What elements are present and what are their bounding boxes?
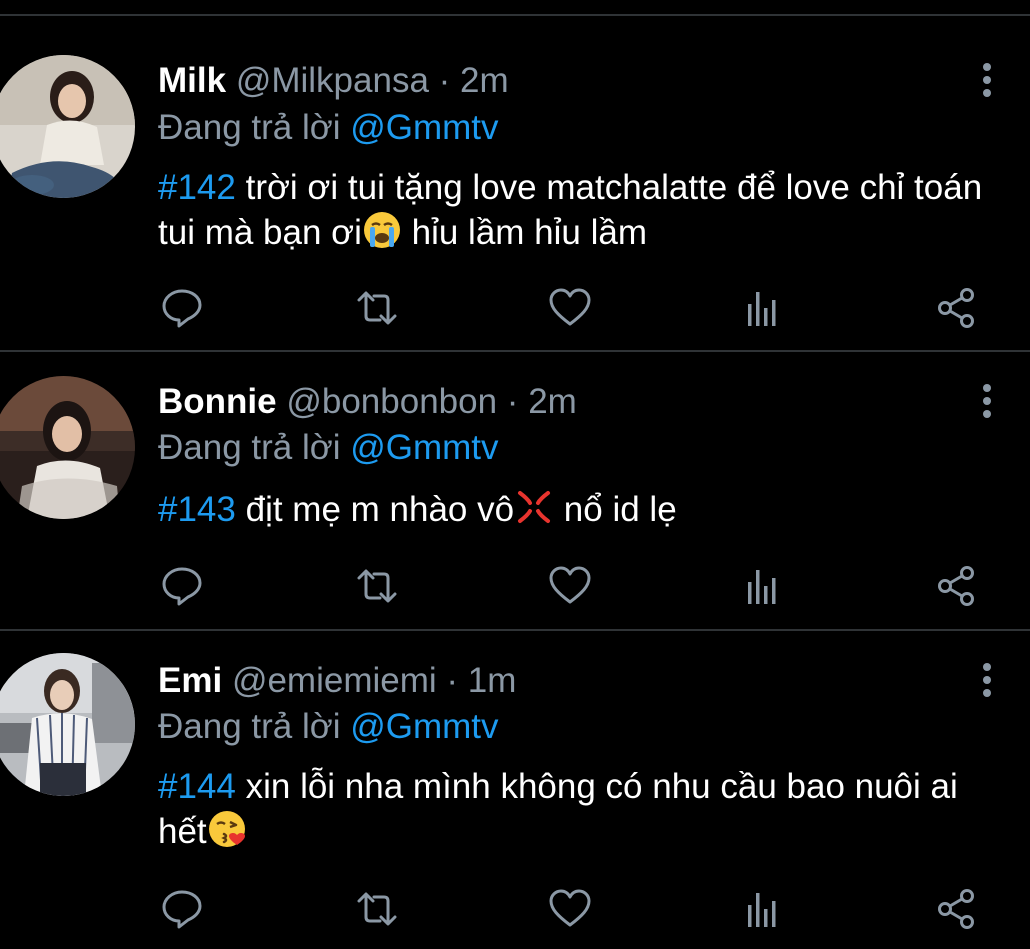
replying-to: Đang trả lời @Gmmtv <box>158 706 499 748</box>
tweet-text: #143 địt mẹ m nhào vô nổ id lẹ <box>158 487 1008 538</box>
replying-to: Đang trả lời @Gmmtv <box>158 107 499 149</box>
share-button[interactable] <box>934 887 978 931</box>
reply-icon <box>162 890 202 929</box>
hashtag-link[interactable]: #144 <box>158 767 236 806</box>
user-handle[interactable]: @bonbonbon <box>286 382 497 421</box>
tweet-header: Bonnie @bonbonbon · 2m <box>158 381 577 423</box>
tweet-text: #144 xin lỗi nha mình không có nhu cầu b… <box>158 765 1008 860</box>
user-handle[interactable]: @Milkpansa <box>236 61 429 100</box>
tweet-text-part: xin lỗi nha mình không có nhu cầu bao nu… <box>158 767 958 851</box>
tweet-header: Emi @emiemiemi · 1m <box>158 660 516 702</box>
views-icon <box>748 292 776 326</box>
more-options-button[interactable] <box>970 661 1004 701</box>
timestamp[interactable]: 2m <box>460 61 509 100</box>
views-icon <box>748 570 776 604</box>
tweet-header: Milk @Milkpansa · 2m <box>158 60 509 102</box>
retweet-button[interactable] <box>355 887 399 931</box>
like-icon <box>549 566 591 604</box>
tweet-text: #142 trời ơi tui tặng love matchalatte đ… <box>158 166 1008 261</box>
timestamp[interactable]: 2m <box>528 382 577 421</box>
replying-to: Đang trả lời @Gmmtv <box>158 427 499 469</box>
tweet-text-part: hỉu lầm hỉu lầm <box>401 213 647 252</box>
display-name[interactable]: Milk <box>158 61 226 100</box>
tweet-actions <box>158 564 988 608</box>
face-blowing-kiss-emoji <box>207 809 247 860</box>
reply-mention-link[interactable]: @Gmmtv <box>350 707 498 746</box>
tweet-text-part: nổ id lẹ <box>554 490 677 529</box>
tweet-text-part: địt mẹ m nhào vô <box>235 490 515 529</box>
views-button[interactable] <box>742 564 786 608</box>
more-options-button[interactable] <box>970 61 1004 101</box>
user-handle[interactable]: @emiemiemi <box>232 661 437 700</box>
share-button[interactable] <box>934 286 978 330</box>
display-name[interactable]: Emi <box>158 661 222 700</box>
like-icon <box>549 288 591 326</box>
hashtag-link[interactable]: #142 <box>158 168 236 207</box>
retweet-icon <box>357 892 397 926</box>
reply-button[interactable] <box>160 286 204 330</box>
reply-icon <box>162 289 202 328</box>
share-icon <box>938 288 974 328</box>
reply-prefix: Đang trả lời <box>158 707 341 746</box>
crying-face-emoji <box>362 210 402 261</box>
views-button[interactable] <box>742 887 786 931</box>
tweet-actions <box>158 887 988 931</box>
timestamp[interactable]: 1m <box>468 661 517 700</box>
tweet-card[interactable]: Bonnie @bonbonbon · 2m Đang trả lời @Gmm… <box>0 352 1030 631</box>
anger-symbol-emoji <box>514 487 554 538</box>
reply-button[interactable] <box>160 887 204 931</box>
like-button[interactable] <box>548 887 592 931</box>
reply-mention-link[interactable]: @Gmmtv <box>350 108 498 147</box>
like-button[interactable] <box>548 286 592 330</box>
avatar[interactable] <box>0 376 135 519</box>
views-button[interactable] <box>742 286 786 330</box>
reply-prefix: Đang trả lời <box>158 108 341 147</box>
share-icon <box>938 889 974 929</box>
avatar[interactable] <box>0 653 135 796</box>
retweet-icon <box>357 569 397 603</box>
more-options-button[interactable] <box>970 382 1004 422</box>
more-vertical-icon <box>983 384 991 418</box>
views-icon <box>748 893 776 927</box>
reply-button[interactable] <box>160 564 204 608</box>
avatar[interactable] <box>0 55 135 198</box>
reply-icon <box>162 567 202 606</box>
like-icon <box>549 889 591 927</box>
retweet-icon <box>357 291 397 325</box>
separator: · <box>438 61 451 100</box>
separator: · <box>506 382 519 421</box>
tweet-card[interactable]: Milk @Milkpansa · 2m Đang trả lời @Gmmtv… <box>0 16 1030 352</box>
hashtag-link[interactable]: #143 <box>158 490 236 529</box>
retweet-button[interactable] <box>355 564 399 608</box>
reply-mention-link[interactable]: @Gmmtv <box>350 428 498 467</box>
tweet-card[interactable]: Emi @emiemiemi · 1m Đang trả lời @Gmmtv … <box>0 631 1030 949</box>
more-vertical-icon <box>983 663 991 697</box>
separator: · <box>446 661 459 700</box>
tweet-actions <box>158 286 988 330</box>
retweet-button[interactable] <box>355 286 399 330</box>
display-name[interactable]: Bonnie <box>158 382 277 421</box>
reply-prefix: Đang trả lời <box>158 428 341 467</box>
like-button[interactable] <box>548 564 592 608</box>
more-vertical-icon <box>983 63 991 97</box>
share-button[interactable] <box>934 564 978 608</box>
share-icon <box>938 566 974 606</box>
